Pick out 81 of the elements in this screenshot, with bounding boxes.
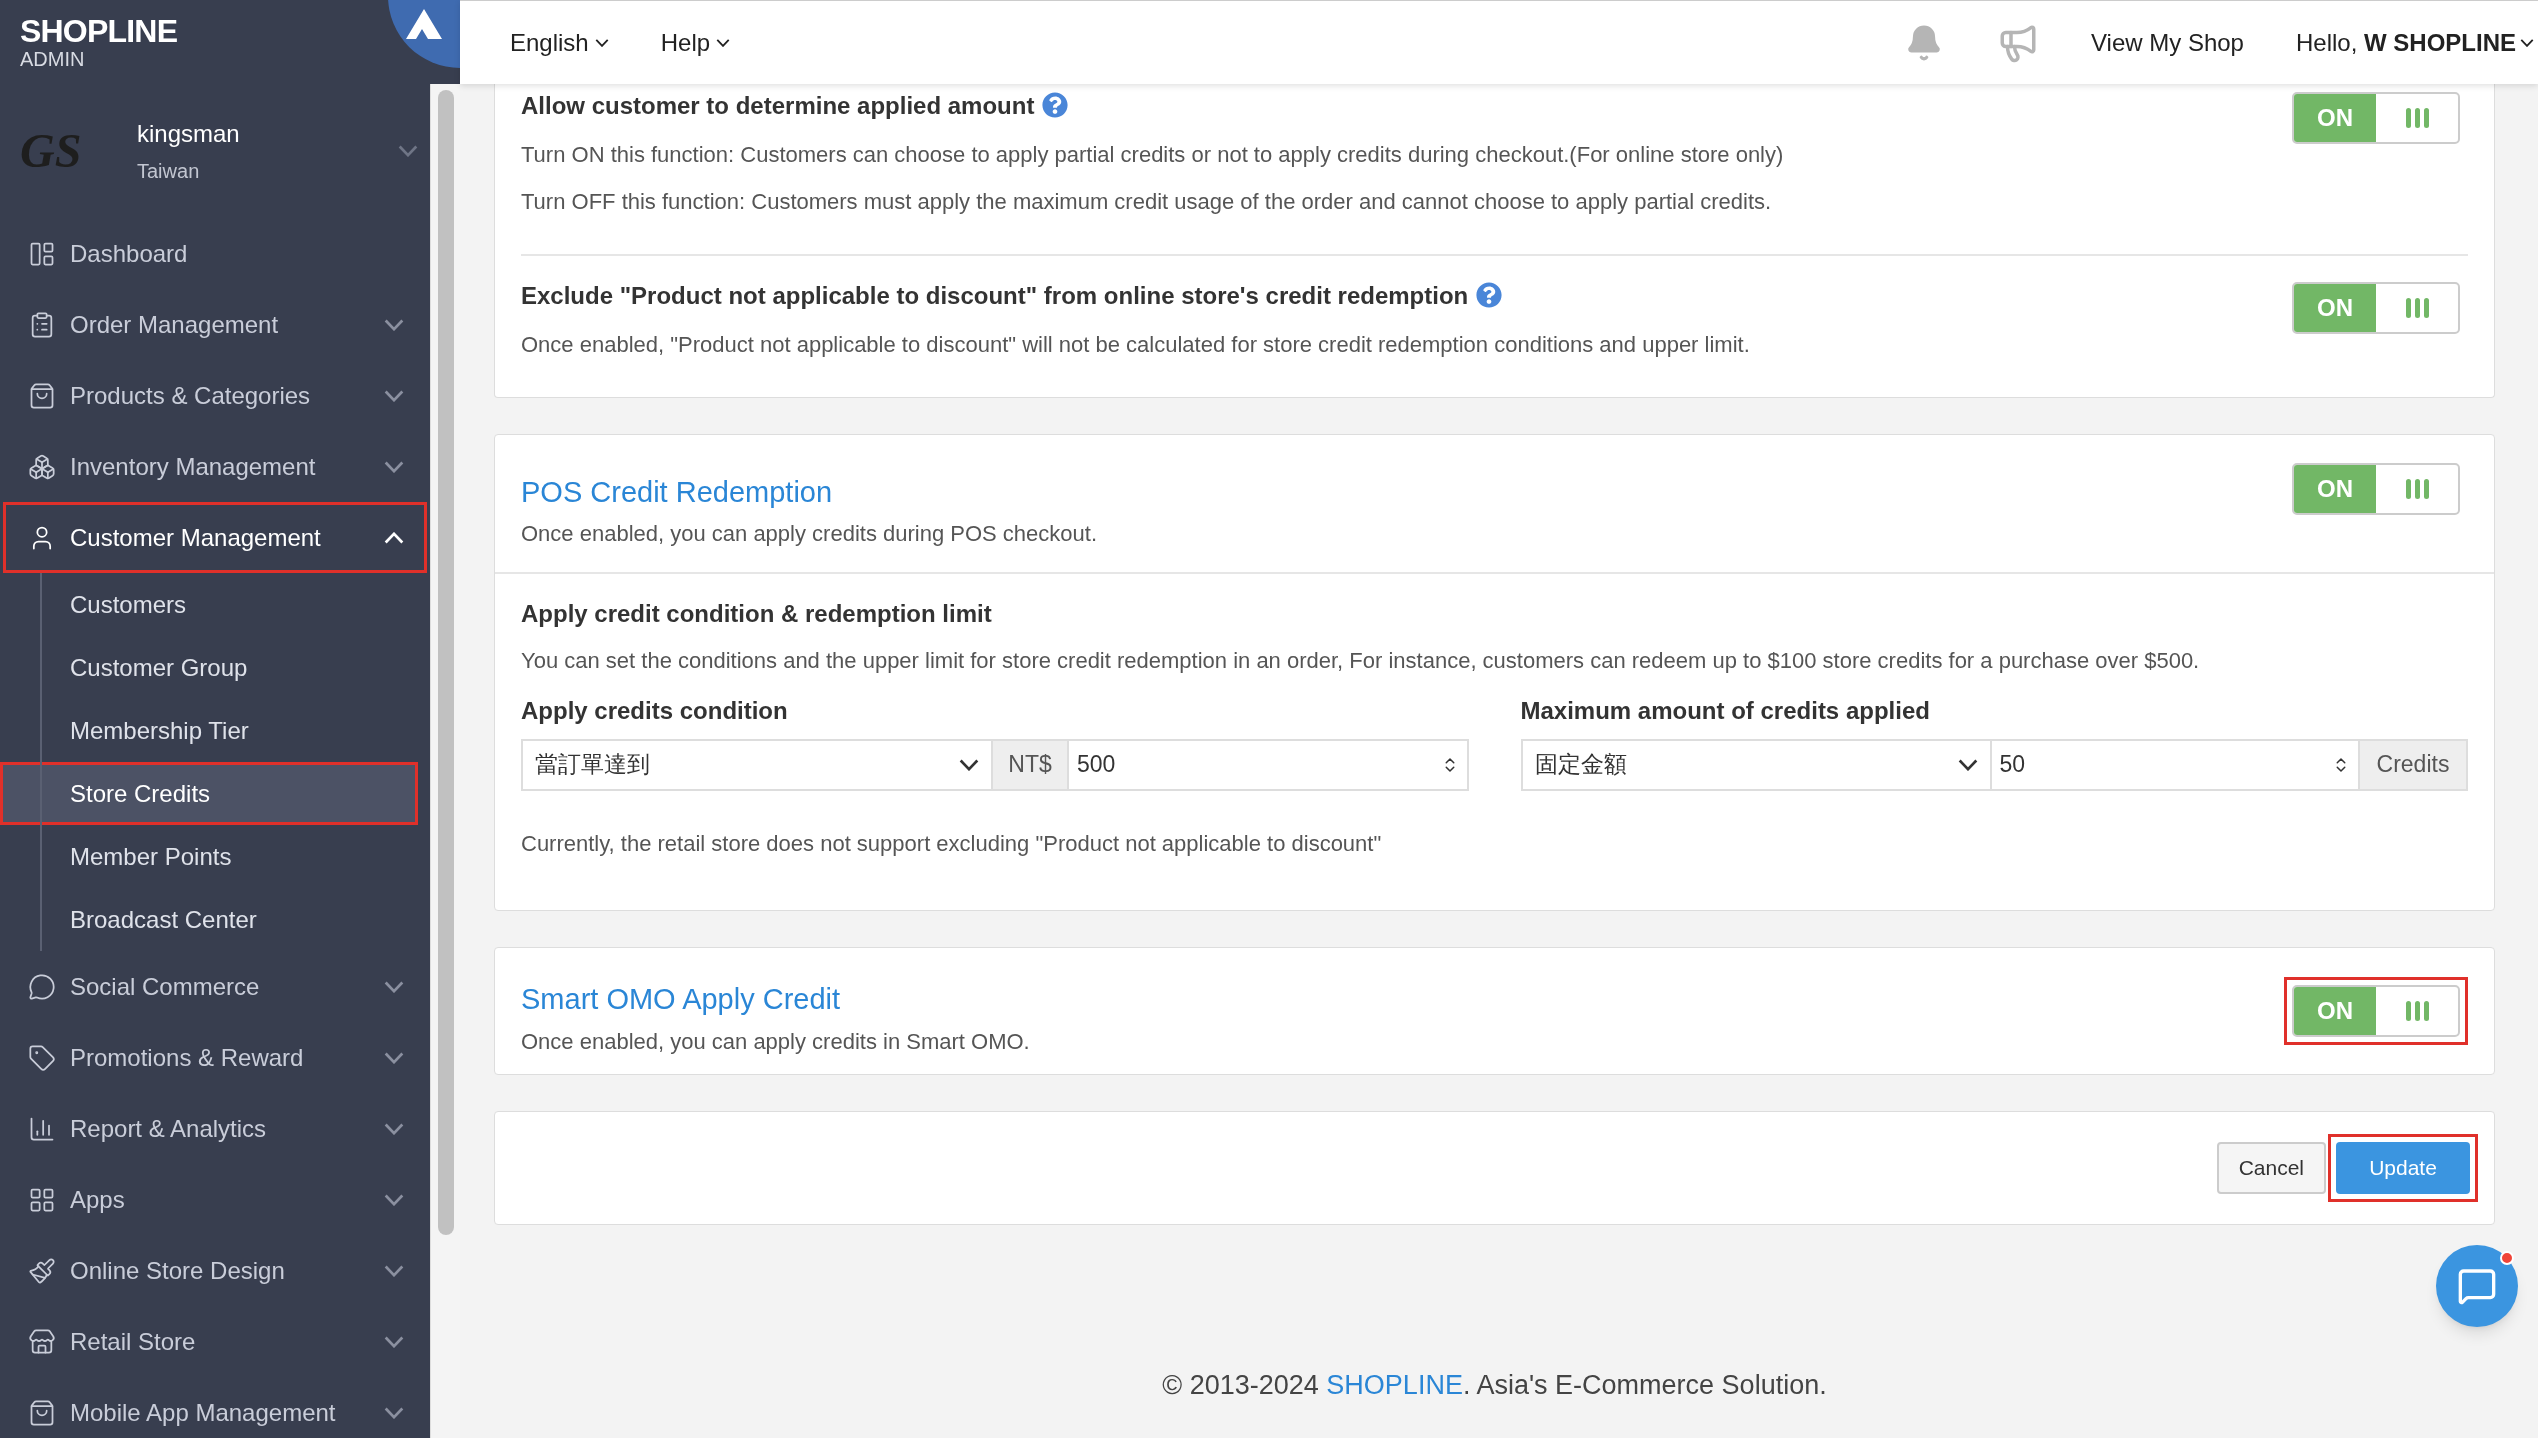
submenu-item[interactable]: Member Points [0,825,418,888]
help-icon[interactable] [1476,282,1503,308]
footer-text: © 2013-2024 SHOPLINE. Asia's E-Commerce Solution. [1161,1369,1828,1402]
currency-addon: NT$ [993,738,1067,791]
caret-icon [384,1193,404,1206]
grip-icon [2405,479,2429,499]
sidebar-item[interactable]: Promotions & Reward [3,1022,427,1093]
sidebar-item[interactable]: Social Commerce [3,951,427,1022]
submenu-item[interactable]: Membership Tier [0,699,418,762]
chat-bubble-icon [28,972,56,1001]
account-name: kingsman [137,119,241,149]
help-dropdown[interactable]: Help [660,24,731,61]
retail-store-note: Currently, the retail store does not support excluding "Product not applicable to discount" [521,829,1383,858]
grip-icon [2405,108,2429,128]
caret-icon [398,145,418,157]
caret-icon [384,1406,404,1419]
caret-icon [594,38,609,47]
submenu-item[interactable]: Customers [0,573,418,636]
caret-icon [716,38,731,47]
view-shop-link[interactable]: View My Shop [2091,24,2244,61]
sidebar-item[interactable]: Online Store Design [3,1235,427,1306]
setting-description: Turn OFF this function: Customers must apply the maximum credit usage of the order and cannot choose to apply partial credits. [521,188,1773,216]
chevron-up-icon [384,531,404,544]
caret-icon [959,758,979,771]
setting-description: Turn ON this function: Customers can choose to apply partial credits or not to apply credits during checkout.(For online store only) [521,141,1785,169]
setting-description: Once enabled, "Product not applicable to discount" will not be calculated for store credit redemption conditions and upper limit. [521,331,1751,359]
caret-icon [384,1264,404,1277]
setting-title: Allow customer to determine applied amount [521,88,2284,124]
caret-icon [384,318,404,331]
section-description: Once enabled, you can apply credits in Smart OMO. [521,1028,1031,1056]
scrollbar-thumb[interactable] [437,90,454,1235]
caret-icon [384,389,404,402]
boxes-icon [28,452,56,481]
storefront-icon [28,1327,56,1356]
caret-icon [384,460,404,473]
subsection-heading: Apply credit condition & redemption limit [521,598,993,629]
section-title: POS Credit Redemption [521,475,834,510]
sidebar-item[interactable]: Inventory Management [3,431,427,502]
setting-title: Exclude "Product not applicable to discount" from online store's credit redemption [521,278,2284,314]
bag-icon [28,381,56,410]
caret-icon [384,1051,404,1064]
condition-select[interactable]: 當訂單達到 [521,738,993,791]
credits-input[interactable]: 50 [1991,738,2358,791]
caret-icon [384,980,404,993]
cancel-button[interactable]: Cancel [2216,1142,2326,1194]
credits-addon: Credits [2358,738,2468,791]
language-dropdown[interactable]: English [510,24,609,61]
sidebar-item[interactable]: Report & Analytics [3,1093,427,1164]
grip-icon [2405,298,2429,318]
section-title: Smart OMO Apply Credit [521,981,842,1017]
user-menu[interactable]: Hello, W SHOPLINE [2295,24,2534,61]
submenu-item[interactable]: Customer Group [0,636,418,699]
help-icon[interactable] [1042,92,1069,118]
sidebar-item[interactable]: Dashboard [3,218,427,289]
bell-icon[interactable] [1905,23,1943,62]
paintbrush-icon [28,1256,56,1285]
caret-icon [1957,758,1978,771]
sidebar-item[interactable]: Mobile App Management [3,1377,427,1438]
bag-icon [28,1398,56,1427]
field-label: Maximum amount of credits applied [1520,695,1931,726]
caret-icon [2520,38,2534,47]
caret-icon [384,1122,404,1135]
limit-type-select[interactable]: 固定金額 [1520,738,1992,791]
sidebar-item[interactable]: Retail Store [3,1306,427,1377]
field-label: Apply credits condition [521,695,789,726]
brand-logo[interactable]: SHOPLINE [20,15,178,47]
account-region: Taiwan [137,159,201,184]
chat-icon [2457,1266,2497,1306]
caret-icon [384,1335,404,1348]
grip-icon [2405,1000,2429,1021]
sidebar-item[interactable]: Products & Categories [3,360,427,431]
sidebar-item[interactable]: Customer Management [3,502,427,573]
section-description: Once enabled, you can apply credits during POS checkout. [521,519,1098,548]
amount-input[interactable]: 500 [1067,738,1469,791]
submenu-item[interactable]: Broadcast Center [0,888,418,951]
sidebar-item[interactable]: Apps [3,1164,427,1235]
subsection-description: You can set the conditions and the upper limit for store credit redemption in an order, For instance, customers can redeem up to $100 store credits for a purchase over $500. [521,646,2201,675]
submenu-item[interactable]: Store Credits [0,762,418,825]
brand-subtitle: ADMIN [20,49,86,69]
tag-icon [28,1043,56,1072]
sidebar-item[interactable]: Order Management [3,289,427,360]
